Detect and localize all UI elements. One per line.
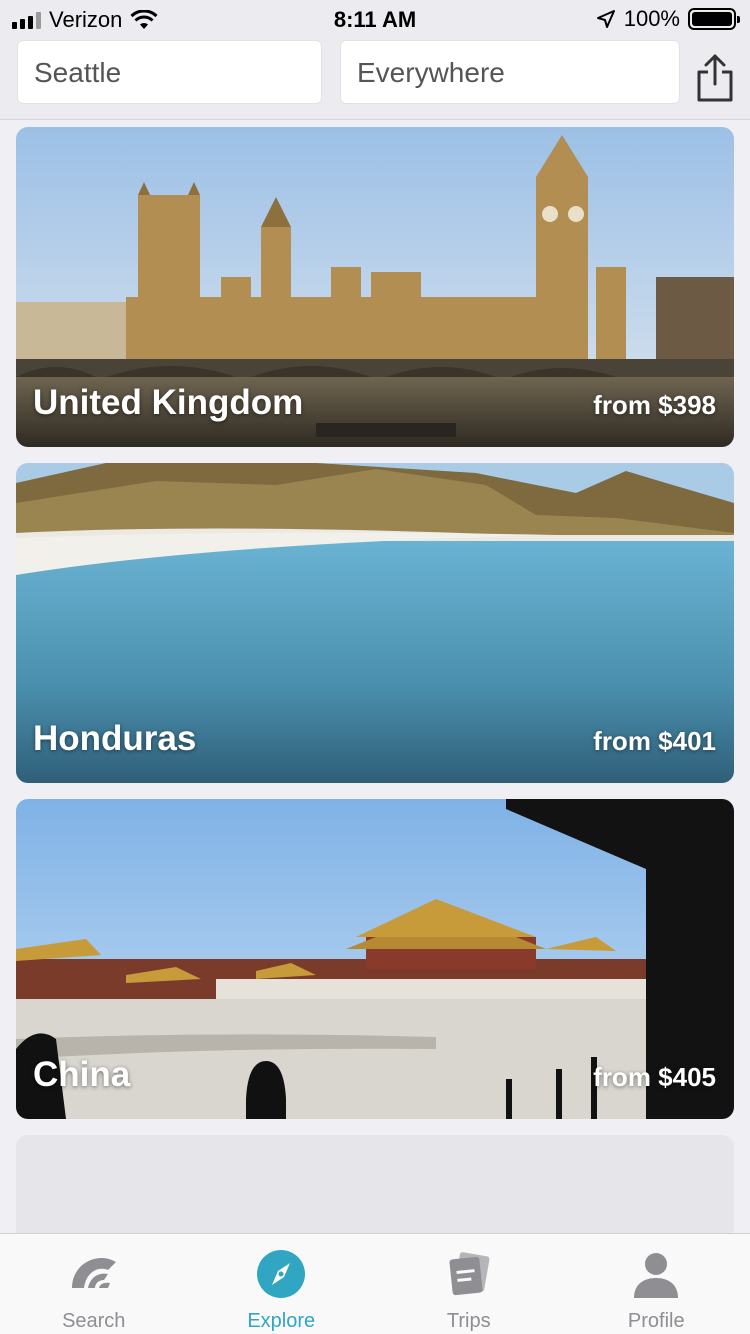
- tab-label: Profile: [627, 1310, 685, 1332]
- tab-label: Search: [62, 1310, 126, 1332]
- tab-search[interactable]: Search: [0, 1234, 188, 1334]
- destination-name: China: [33, 1055, 131, 1094]
- signal-strength-icon: [12, 11, 41, 29]
- tab-label: Trips: [446, 1310, 491, 1332]
- search-header: Seattle Everywhere: [0, 40, 750, 120]
- destination-price: from $398: [593, 390, 716, 420]
- tab-trips[interactable]: Trips: [375, 1234, 563, 1334]
- loading-card-placeholder: [16, 1135, 734, 1233]
- tab-bar: Search Explore Trips Profile: [0, 1233, 750, 1334]
- carrier-name: Verizon: [49, 7, 123, 32]
- status-bar: Verizon 8:11 AM 100%: [0, 0, 750, 40]
- destination-name: Honduras: [33, 719, 197, 758]
- battery-percent: 100%: [623, 6, 680, 31]
- skyscanner-logo-icon: [71, 1258, 116, 1288]
- destination-field[interactable]: Everywhere: [340, 40, 680, 104]
- origin-field[interactable]: Seattle: [17, 40, 322, 104]
- trips-icon: [449, 1252, 490, 1296]
- tab-profile[interactable]: Profile: [563, 1234, 750, 1334]
- wifi-icon: [130, 10, 158, 29]
- destination-feed[interactable]: United Kingdom from $398 Honduras from $…: [0, 121, 750, 1233]
- tab-explore[interactable]: Explore: [188, 1234, 376, 1334]
- battery-icon: [688, 8, 740, 30]
- profile-icon: [634, 1253, 679, 1298]
- tab-label: Explore: [247, 1310, 316, 1332]
- destination-card-united-kingdom[interactable]: United Kingdom from $398: [16, 127, 734, 447]
- destination-price: from $405: [593, 1062, 716, 1092]
- compass-icon: [257, 1250, 306, 1298]
- destination-price: from $401: [593, 726, 716, 756]
- destination-card-china[interactable]: China from $405: [16, 799, 734, 1119]
- share-icon[interactable]: [694, 52, 736, 104]
- destination-card-honduras[interactable]: Honduras from $401: [16, 463, 734, 783]
- destination-name: United Kingdom: [33, 383, 304, 422]
- location-arrow-icon: [596, 10, 615, 28]
- explore-screen: Verizon 8:11 AM 100% Seattle Everywhere: [0, 0, 750, 1334]
